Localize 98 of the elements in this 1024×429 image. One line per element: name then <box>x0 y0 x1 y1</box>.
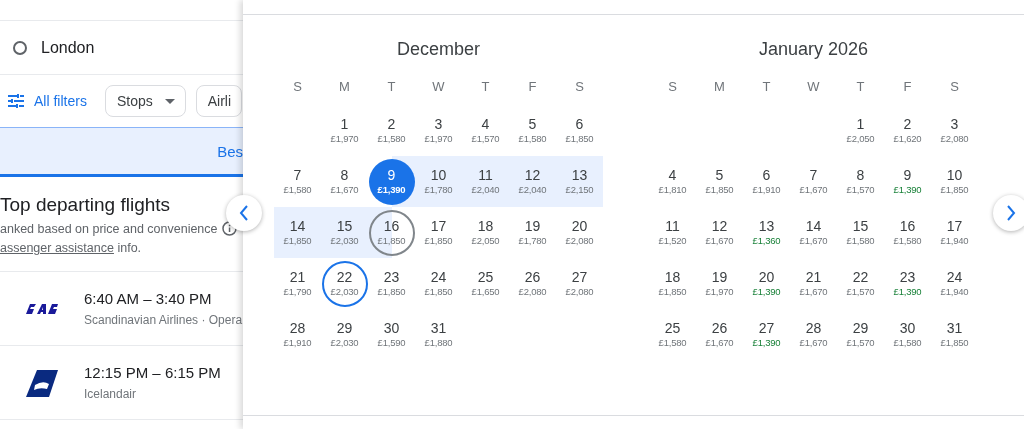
calendar-day[interactable]: 17 £1,850 <box>415 209 462 256</box>
calendar-day[interactable]: 2 £1,580 <box>368 107 415 154</box>
calendar-day[interactable]: 8 £1,570 <box>837 158 884 205</box>
calendar-day[interactable]: 11 £2,040 <box>462 158 509 205</box>
calendar-day[interactable]: 29 £2,030 <box>321 311 368 358</box>
calendar-day[interactable]: 13 £1,360 <box>743 209 790 256</box>
calendar-day[interactable]: 18 £2,050 <box>462 209 509 256</box>
assistance-note: assenger assistance info. <box>0 241 143 255</box>
calendar-day[interactable]: 23 £1,390 <box>884 260 931 307</box>
weekday-label: S <box>667 78 678 94</box>
calendar-day[interactable]: 7 £1,580 <box>274 158 321 205</box>
filter-chip[interactable]: Stops <box>104 85 186 117</box>
month-title: December <box>396 38 481 61</box>
previous-month-button[interactable] <box>226 195 262 231</box>
calendar-day[interactable]: 16 £1,850 <box>368 209 415 256</box>
weekday-label: T <box>386 78 397 94</box>
calendar-day[interactable]: 12 £2,040 <box>509 158 556 205</box>
weekday-label: S <box>292 78 303 94</box>
weekday-label: S <box>949 78 960 94</box>
calendar-day[interactable]: 15 £2,030 <box>321 209 368 256</box>
calendar-day[interactable]: 4 £1,570 <box>462 107 509 154</box>
all-filters-button[interactable]: All filters <box>6 89 89 113</box>
filter-chip[interactable]: Airli <box>195 85 243 117</box>
weekday-label: S <box>574 78 585 94</box>
calendar-day[interactable]: 11 £1,520 <box>649 209 696 256</box>
calendar-day[interactable]: 9 £1,390 <box>884 158 931 205</box>
airline-name: Scandinavian Airlines · Opera <box>84 313 243 327</box>
calendar-day[interactable]: 10 £1,780 <box>415 158 462 205</box>
sliders-icon <box>8 94 24 108</box>
flight-times: 12:15 PM – 6:15 PM <box>84 364 221 381</box>
calendar-day[interactable]: 7 £1,670 <box>790 158 837 205</box>
calendar-day[interactable]: 5 £1,850 <box>696 158 743 205</box>
calendar-day[interactable]: 4 £1,810 <box>649 158 696 205</box>
weekday-label: F <box>527 78 538 94</box>
calendar-day[interactable]: 31 £1,880 <box>415 311 462 358</box>
calendar-day[interactable]: 26 £1,670 <box>696 311 743 358</box>
calendar-day[interactable]: 9 £1,390 <box>368 158 415 205</box>
calendar-day[interactable]: 16 £1,580 <box>884 209 931 256</box>
calendar-day[interactable]: 31 £1,850 <box>931 311 978 358</box>
calendar-day[interactable]: 17 £1,940 <box>931 209 978 256</box>
calendar-day[interactable]: 8 £1,670 <box>321 158 368 205</box>
airline-name: Icelandair <box>84 387 138 401</box>
calendar-day[interactable]: 14 £1,850 <box>274 209 321 256</box>
assistance-link[interactable]: assenger assistance <box>0 241 114 255</box>
calendar-day[interactable]: 28 £1,910 <box>274 311 321 358</box>
calendar-day[interactable]: 25 £1,650 <box>462 260 509 307</box>
calendar-day[interactable]: 27 £1,390 <box>743 311 790 358</box>
calendar-day[interactable]: 30 £1,580 <box>884 311 931 358</box>
calendar-day[interactable]: 26 £2,080 <box>509 260 556 307</box>
airline-tail-icon <box>25 367 59 398</box>
weekday-label: M <box>713 78 726 94</box>
calendar-day[interactable]: 21 £1,790 <box>274 260 321 307</box>
calendar-day[interactable]: 5 £1,580 <box>509 107 556 154</box>
weekday-label: T <box>761 78 772 94</box>
weekday-label: M <box>338 78 351 94</box>
weekday-label: W <box>806 78 821 94</box>
calendar-day[interactable]: 3 £2,080 <box>931 107 978 154</box>
calendar-day[interactable]: 27 £2,080 <box>556 260 603 307</box>
weekday-label: W <box>431 78 446 94</box>
calendar-day[interactable]: 29 £1,570 <box>837 311 884 358</box>
calendar-day[interactable]: 19 £1,780 <box>509 209 556 256</box>
month-title: January 2026 <box>757 38 870 61</box>
calendar-day[interactable]: 20 £2,080 <box>556 209 603 256</box>
calendar-day[interactable]: 10 £1,850 <box>931 158 978 205</box>
calendar-day[interactable]: 18 £1,850 <box>649 260 696 307</box>
airline-logo-icon <box>24 301 60 316</box>
calendar-day[interactable]: 24 £1,850 <box>415 260 462 307</box>
weekday-label: F <box>902 78 913 94</box>
ranking-note: anked based on price and convenience <box>0 221 218 236</box>
calendar-day[interactable]: 6 £1,910 <box>743 158 790 205</box>
calendar-day[interactable]: 3 £1,970 <box>415 107 462 154</box>
calendar-day[interactable]: 22 £2,030 <box>321 260 368 307</box>
calendar-day[interactable]: 6 £1,850 <box>556 107 603 154</box>
section-title: Top departing flights <box>0 194 172 216</box>
sort-tab[interactable]: Bes <box>213 142 243 160</box>
calendar-day[interactable]: 1 £2,050 <box>837 107 884 154</box>
calendar-day[interactable]: 12 £1,670 <box>696 209 743 256</box>
weekday-label: T <box>855 78 866 94</box>
origin-field[interactable]: London <box>41 38 95 57</box>
calendar-day[interactable]: 20 £1,390 <box>743 260 790 307</box>
chevron-left-icon <box>239 205 249 221</box>
calendar-day[interactable]: 30 £1,590 <box>368 311 415 358</box>
calendar-day[interactable]: 28 £1,670 <box>790 311 837 358</box>
origin-circle-icon <box>13 40 27 55</box>
calendar-day[interactable]: 14 £1,670 <box>790 209 837 256</box>
calendar-day[interactable]: 15 £1,580 <box>837 209 884 256</box>
calendar-day[interactable]: 24 £1,940 <box>931 260 978 307</box>
calendar-day[interactable]: 1 £1,970 <box>321 107 368 154</box>
weekday-label: T <box>480 78 491 94</box>
calendar-day[interactable]: 25 £1,580 <box>649 311 696 358</box>
calendar-day[interactable]: 23 £1,850 <box>368 260 415 307</box>
calendar-day[interactable]: 13 £2,150 <box>556 158 603 205</box>
chevron-right-icon <box>1006 205 1016 221</box>
calendar-day[interactable]: 22 £1,570 <box>837 260 884 307</box>
calendar-day[interactable]: 21 £1,670 <box>790 260 837 307</box>
calendar-day[interactable]: 19 £1,970 <box>696 260 743 307</box>
calendar-day[interactable]: 2 £1,620 <box>884 107 931 154</box>
flight-times: 6:40 AM – 3:40 PM <box>84 290 213 307</box>
